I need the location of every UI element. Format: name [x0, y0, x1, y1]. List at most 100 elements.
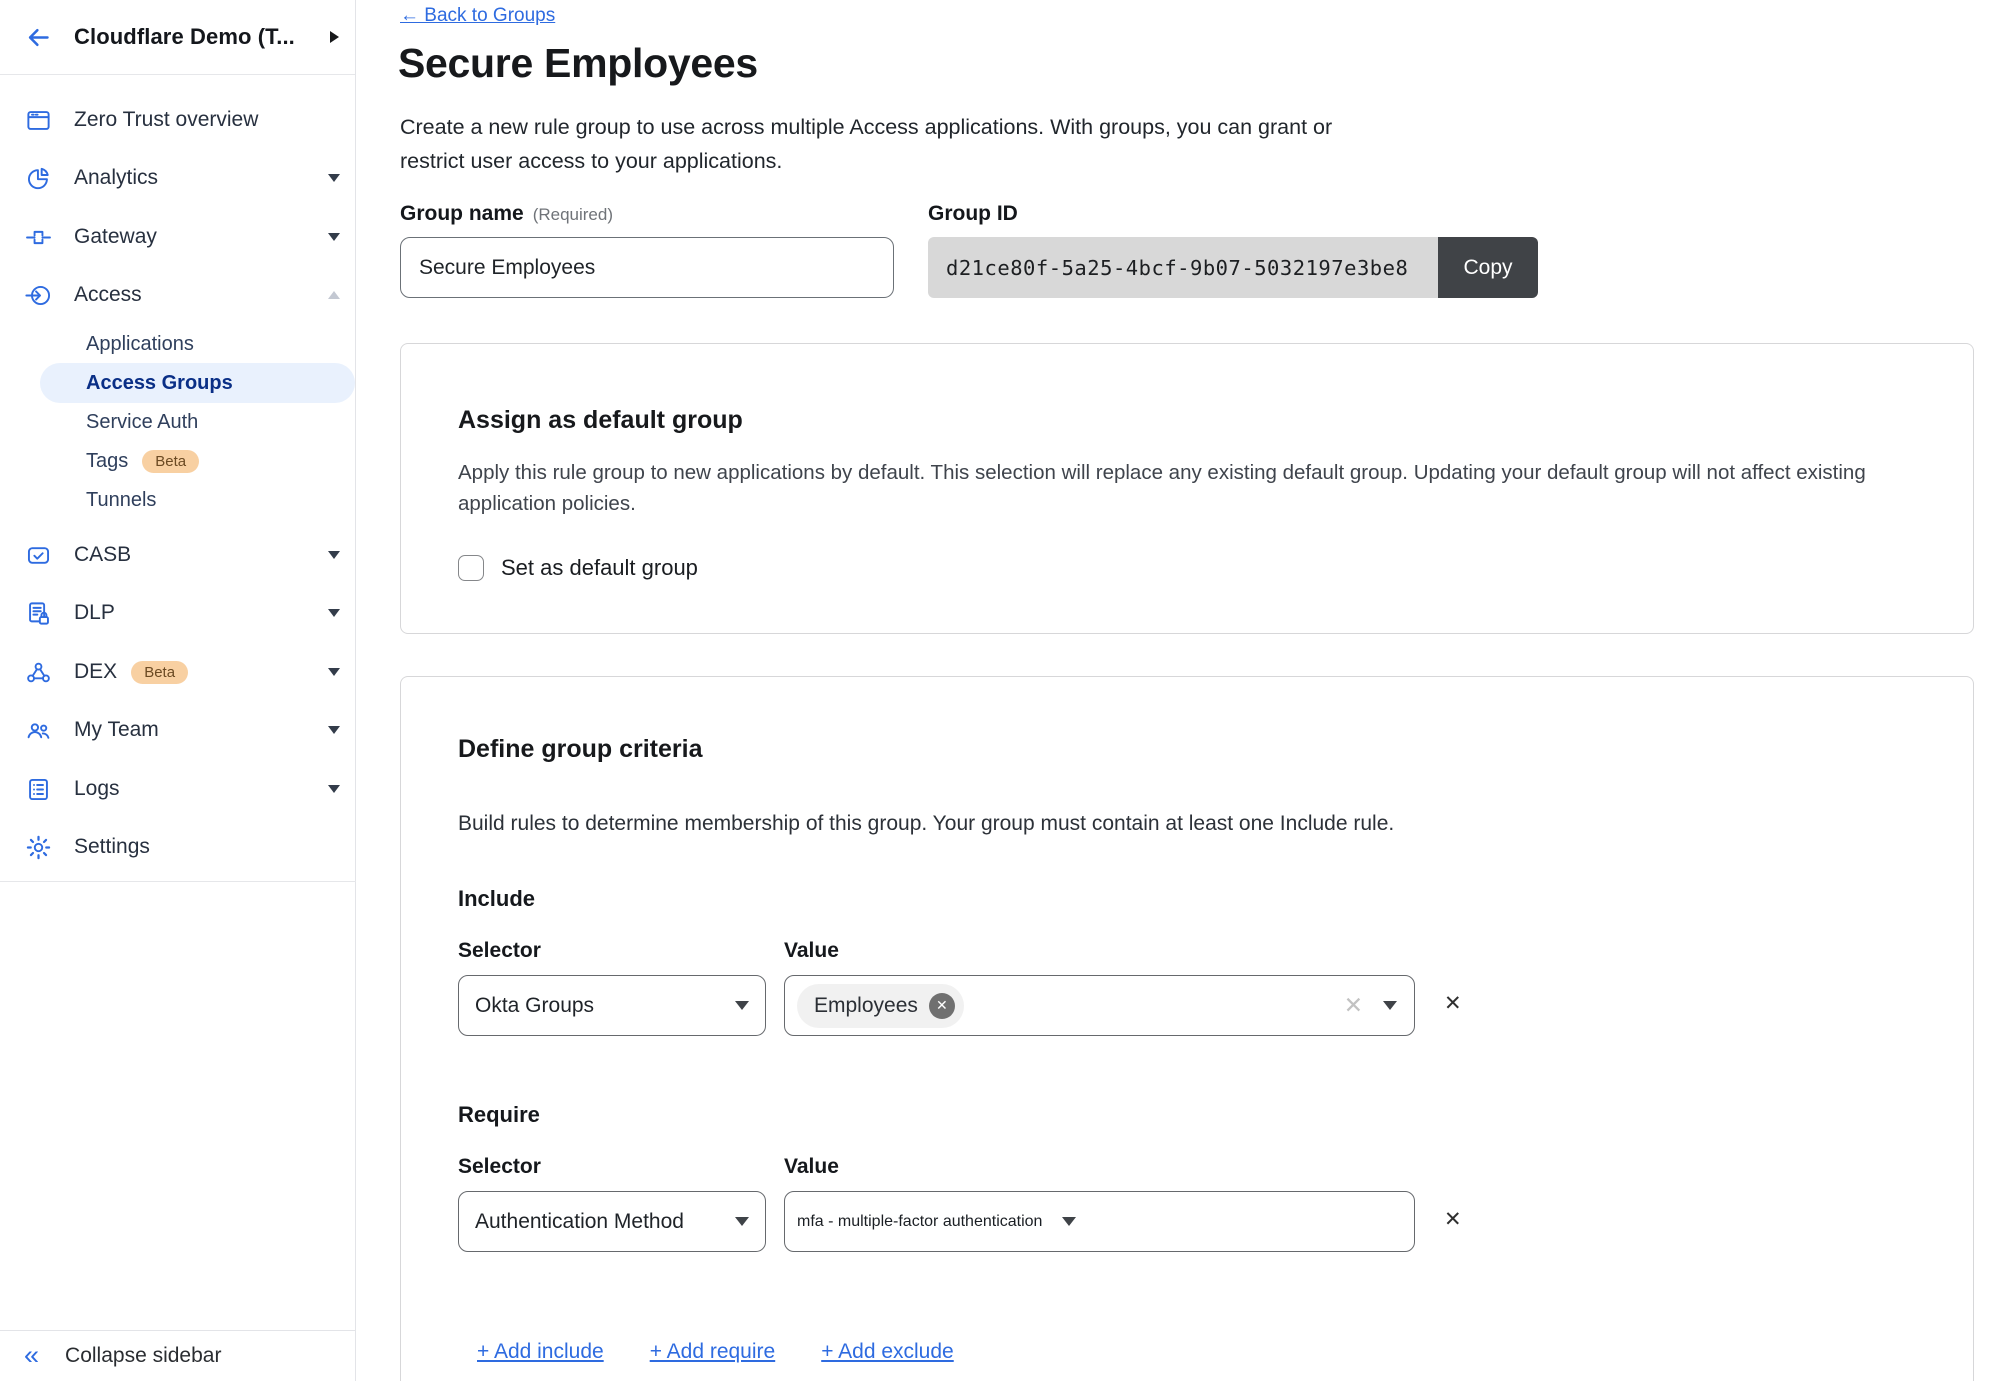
pie-chart-icon: [24, 164, 52, 192]
sidebar-item-tunnels[interactable]: Tunnels: [40, 480, 355, 520]
page-description: Create a new rule group to use across mu…: [400, 110, 1385, 178]
chevron-up-icon: [328, 291, 340, 299]
sidebar-item-label: DLP: [74, 601, 115, 625]
chevron-down-icon: [1062, 1217, 1076, 1226]
group-name-input[interactable]: [400, 237, 894, 298]
casb-icon: [24, 541, 52, 569]
require-selector-value: Authentication Method: [475, 1210, 684, 1234]
sidebar-item-casb[interactable]: CASB: [0, 535, 356, 575]
require-selector-dropdown[interactable]: Authentication Method: [458, 1191, 766, 1252]
required-hint: (Required): [533, 205, 613, 225]
sidebar-item-label: Analytics: [74, 166, 158, 190]
require-heading: Require: [458, 1102, 1916, 1128]
chevron-down-icon: [735, 1001, 749, 1010]
sidebar-item-gateway[interactable]: Gateway: [0, 217, 356, 257]
sidebar-item-logs[interactable]: Logs: [0, 769, 356, 809]
chevron-down-icon: [328, 726, 340, 734]
add-exclude-link[interactable]: + Add exclude: [821, 1340, 954, 1364]
require-rule-row: Authentication Method mfa - multiple-fac…: [458, 1191, 1916, 1252]
add-require-link[interactable]: + Add require: [650, 1340, 776, 1364]
remove-include-rule-button[interactable]: ✕: [1444, 993, 1462, 1014]
app-root: Cloudflare Demo (T... Zero Trust overvie…: [0, 0, 1999, 1381]
sidebar-item-my-team[interactable]: My Team: [0, 710, 356, 750]
sidebar-item-label: Gateway: [74, 225, 157, 249]
team-icon: [24, 716, 52, 744]
sidebar-header: Cloudflare Demo (T...: [0, 0, 355, 75]
require-selector-label: Selector: [458, 1155, 784, 1179]
gear-icon: [24, 833, 52, 861]
sidebar-item-label: DEX: [74, 660, 117, 684]
require-value-dropdown[interactable]: mfa - multiple-factor authentication: [784, 1191, 1415, 1252]
remove-require-rule-button[interactable]: ✕: [1444, 1209, 1462, 1230]
back-to-groups-link[interactable]: ← Back to Groups: [400, 5, 555, 27]
value-chip: Employees ✕: [797, 984, 964, 1028]
chevron-down-icon: [328, 609, 340, 617]
group-id-label: Group ID: [928, 202, 1018, 226]
account-title: Cloudflare Demo (T...: [74, 24, 295, 50]
sidebar-item-applications[interactable]: Applications: [40, 324, 355, 364]
sidebar-item-access[interactable]: Access: [0, 275, 356, 315]
chevron-down-icon: [328, 668, 340, 676]
sidebar-subitem-label: Tunnels: [86, 489, 156, 512]
value-chip-label: Employees: [814, 994, 918, 1018]
collapse-sidebar-button[interactable]: « Collapse sidebar: [0, 1330, 356, 1381]
include-selector-label: Selector: [458, 939, 784, 963]
criteria-card-description: Build rules to determine membership of t…: [458, 812, 1916, 836]
chevron-down-icon: [328, 551, 340, 559]
group-id-label-row: Group ID: [928, 202, 1018, 226]
collapse-sidebar-label: Collapse sidebar: [65, 1344, 221, 1368]
criteria-card: Define group criteria Build rules to det…: [400, 676, 1974, 1381]
access-icon: [24, 281, 52, 309]
sidebar-item-label: Logs: [74, 777, 120, 801]
beta-badge: Beta: [131, 661, 188, 684]
sidebar-item-tags[interactable]: Tags Beta: [40, 441, 355, 481]
include-selector-value: Okta Groups: [475, 994, 594, 1018]
double-chevron-left-icon: «: [24, 1342, 39, 1369]
logs-icon: [24, 775, 52, 803]
include-selector-dropdown[interactable]: Okta Groups: [458, 975, 766, 1036]
page-title: Secure Employees: [398, 40, 758, 87]
sidebar-item-dlp[interactable]: DLP: [0, 593, 356, 633]
caret-right-icon[interactable]: [330, 31, 339, 43]
sidebar-item-label: Access: [74, 283, 142, 307]
add-include-link[interactable]: + Add include: [477, 1340, 604, 1364]
include-labels-row: Selector Value: [458, 939, 1916, 963]
default-group-card-description: Apply this rule group to new application…: [458, 457, 1873, 519]
sidebar-item-zero-trust-overview[interactable]: Zero Trust overview: [0, 100, 356, 140]
include-rule-row: Okta Groups Employees ✕ ✕ ✕: [458, 975, 1916, 1036]
require-labels-row: Selector Value: [458, 1155, 1916, 1179]
clear-values-icon[interactable]: ✕: [1344, 994, 1363, 1017]
sidebar-item-access-groups[interactable]: Access Groups: [40, 363, 355, 403]
add-rule-links: + Add include + Add require + Add exclud…: [477, 1340, 1916, 1364]
sidebar-item-label: Zero Trust overview: [74, 108, 258, 132]
sidebar: Cloudflare Demo (T... Zero Trust overvie…: [0, 0, 356, 1381]
beta-badge: Beta: [142, 450, 199, 473]
default-group-card: Assign as default group Apply this rule …: [400, 343, 1974, 634]
copy-button[interactable]: Copy: [1438, 237, 1538, 298]
sidebar-item-label: My Team: [74, 718, 159, 742]
chevron-down-icon: [1383, 1001, 1397, 1010]
gateway-icon: [24, 223, 52, 251]
dlp-icon: [24, 599, 52, 627]
sidebar-item-settings[interactable]: Settings: [0, 827, 356, 867]
default-group-card-title: Assign as default group: [458, 406, 1916, 435]
set-default-group-checkbox[interactable]: [458, 555, 484, 581]
include-value-multiselect[interactable]: Employees ✕ ✕: [784, 975, 1415, 1036]
sidebar-item-service-auth[interactable]: Service Auth: [40, 402, 355, 442]
back-arrow-icon[interactable]: [24, 23, 52, 51]
criteria-card-title: Define group criteria: [458, 735, 1916, 764]
sidebar-subitem-label: Tags: [86, 450, 128, 473]
sidebar-subitem-label: Service Auth: [86, 411, 198, 434]
group-id-unit: d21ce80f-5a25-4bcf-9b07-5032197e3be8 Cop…: [928, 237, 1538, 298]
sidebar-item-analytics[interactable]: Analytics: [0, 158, 356, 198]
group-name-label-row: Group name (Required): [400, 202, 613, 226]
dex-icon: [24, 658, 52, 686]
chip-remove-icon[interactable]: ✕: [929, 993, 955, 1019]
set-default-group-checkbox-row[interactable]: Set as default group: [458, 555, 698, 581]
require-value-label: Value: [784, 1155, 839, 1179]
sidebar-item-label: CASB: [74, 543, 131, 567]
sidebar-item-dex[interactable]: DEX Beta: [0, 652, 356, 692]
sidebar-item-label: Settings: [74, 835, 150, 859]
sidebar-subitem-label: Applications: [86, 333, 194, 356]
chevron-down-icon: [328, 233, 340, 241]
